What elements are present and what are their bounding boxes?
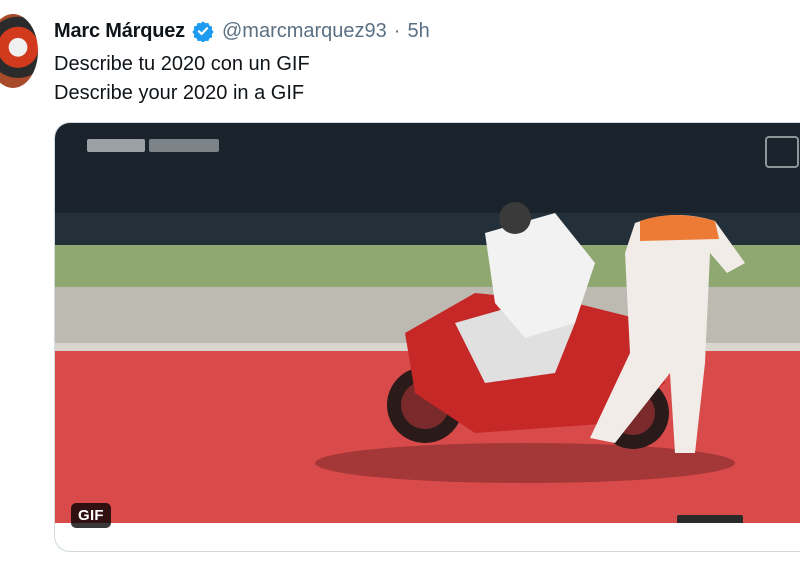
tweet-text-line: Describe your 2020 in a GIF [54, 82, 305, 104]
gif-media[interactable]: GIF [54, 122, 800, 552]
tweet[interactable]: Marc Márquez @marcmarquez93 · 5h Describ… [0, 0, 800, 564]
verified-badge-icon [192, 21, 214, 42]
author-handle[interactable]: @marcmarquez93 [222, 20, 387, 43]
gif-badge: GIF [71, 503, 111, 528]
tweet-text-line: Describe tu 2020 con un GIF [54, 53, 310, 75]
author-name[interactable]: Marc Márquez [54, 20, 185, 43]
gif-frame [55, 123, 800, 523]
separator-dot: · [393, 19, 401, 42]
tweet-text: Describe tu 2020 con un GIF Describe you… [54, 50, 310, 108]
avatar[interactable] [0, 14, 38, 88]
tweet-timestamp[interactable]: 5h [407, 20, 429, 43]
tweet-header: Marc Márquez @marcmarquez93 · 5h [54, 16, 430, 46]
